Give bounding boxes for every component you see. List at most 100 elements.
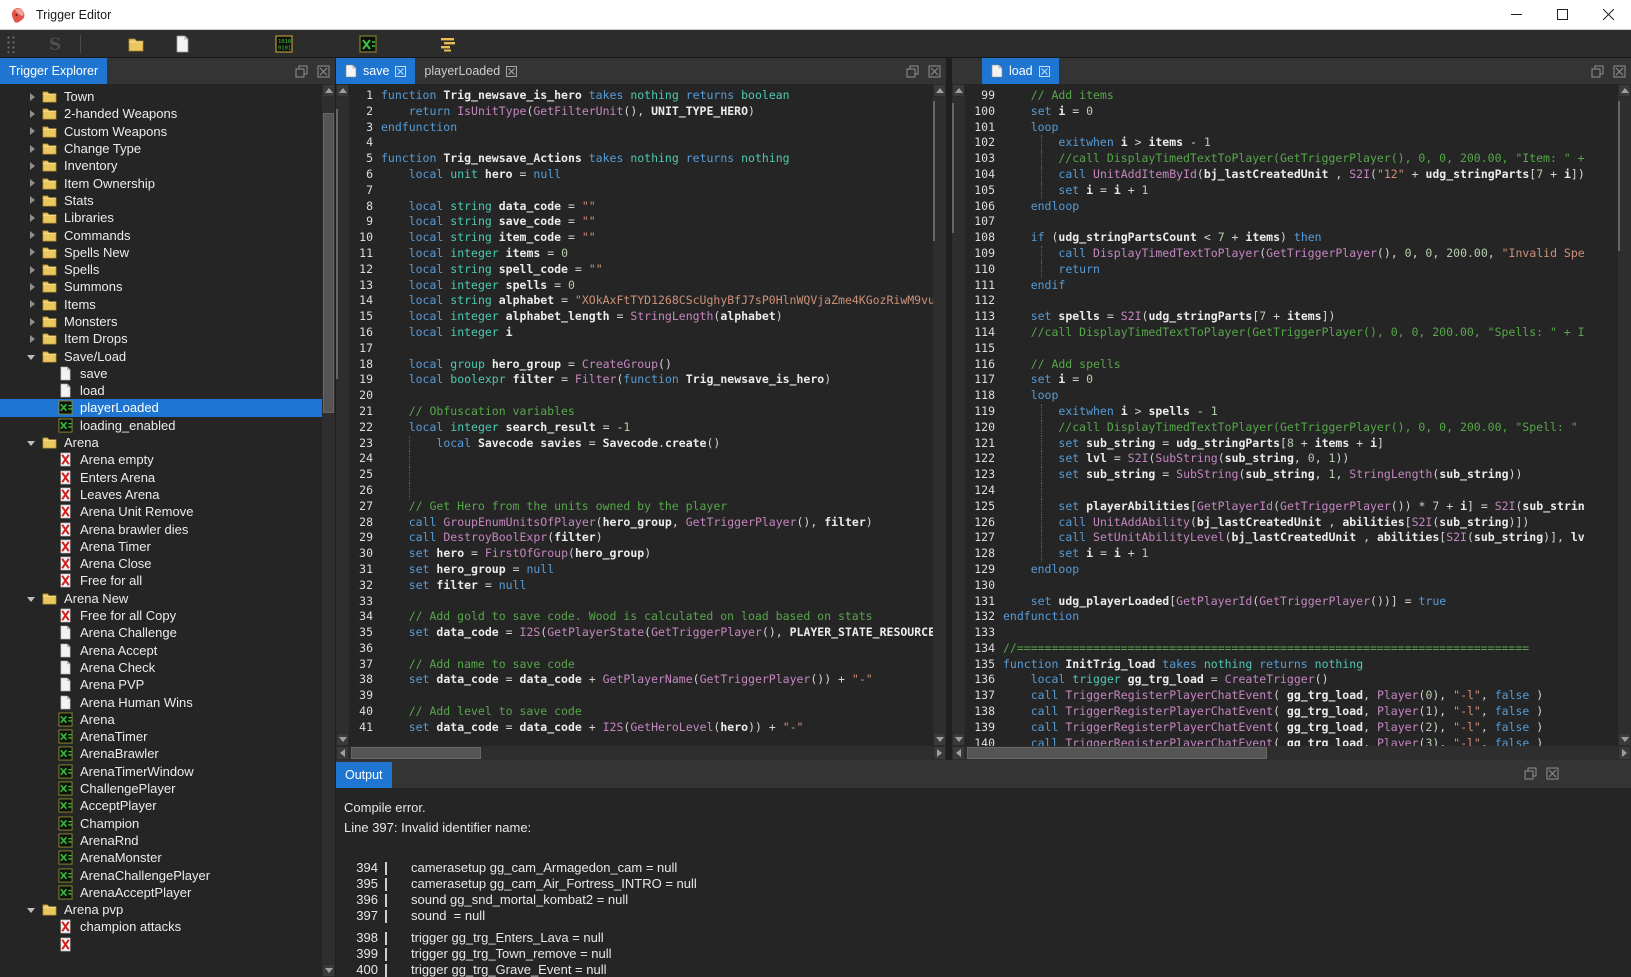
collapse-arrow-icon[interactable] — [27, 908, 35, 913]
code-line[interactable]: 18 local group hero_group = CreateGroup(… — [349, 357, 933, 373]
code-line[interactable]: 30 set hero = FirstOfGroup(hero_group) — [349, 546, 933, 562]
code-line[interactable]: 105 set i = i + 1 — [965, 183, 1618, 199]
tree-item-arena[interactable]: Arena — [0, 434, 322, 451]
scroll-left-icon[interactable] — [952, 746, 965, 760]
code-line[interactable]: 118 loop — [965, 388, 1618, 404]
new-folder-icon[interactable] — [125, 33, 147, 55]
scroll-down-icon[interactable] — [1618, 733, 1631, 746]
expand-arrow-icon[interactable] — [30, 162, 35, 170]
code-line[interactable]: 33 — [349, 594, 933, 610]
code-line[interactable]: 20 — [349, 388, 933, 404]
code-line[interactable]: 112 — [965, 293, 1618, 309]
explorer-vertical-scrollbar[interactable] — [322, 84, 335, 977]
code-line[interactable]: 130 — [965, 578, 1618, 594]
code-line[interactable]: 120 //call DisplayTimedTextToPlayer(GetT… — [965, 420, 1618, 436]
code-line[interactable]: 38 set data_code = data_code + GetPlayer… — [349, 672, 933, 688]
code-line[interactable]: 140 call TriggerRegisterPlayerChatEvent(… — [965, 736, 1618, 746]
code-editor-save[interactable]: 1function Trig_newsave_is_hero takes not… — [336, 84, 946, 746]
code-line[interactable]: 104 call UnitAddItemById(bj_lastCreatedU… — [965, 167, 1618, 183]
scroll-down-icon[interactable] — [952, 733, 965, 746]
tree-item-arenaacceptplayer[interactable]: ArenaAcceptPlayer — [0, 884, 322, 901]
tree-item-arena-close[interactable]: Arena Close — [0, 555, 322, 572]
tree-item-arenabrawler[interactable]: ArenaBrawler — [0, 745, 322, 762]
code-line[interactable]: 102 exitwhen i > items - 1 — [965, 135, 1618, 151]
code-line[interactable]: 24 — [349, 451, 933, 467]
close-tab-icon[interactable] — [506, 66, 517, 77]
tree-item-leaves-arena[interactable]: Leaves Arena — [0, 486, 322, 503]
code-line[interactable]: 111 endif — [965, 278, 1618, 294]
tree-item-arenachallengeplayer[interactable]: ArenaChallengePlayer — [0, 866, 322, 883]
code-line[interactable]: 108 if (udg_stringPartsCount < 7 + items… — [965, 230, 1618, 246]
tree-item-arena-challenge[interactable]: Arena Challenge — [0, 624, 322, 641]
code-line[interactable]: 133 — [965, 625, 1618, 641]
tree-item-arena-new[interactable]: Arena New — [0, 590, 322, 607]
close-panel-icon[interactable] — [928, 65, 941, 78]
code-line[interactable]: 132endfunction — [965, 609, 1618, 625]
code-line[interactable]: 1function Trig_newsave_is_hero takes not… — [349, 88, 933, 104]
code-line[interactable]: 3endfunction — [349, 120, 933, 136]
tree-item-enters-arena[interactable]: Enters Arena — [0, 469, 322, 486]
tree-item-monsters[interactable]: Monsters — [0, 313, 322, 330]
code-line[interactable]: 12 local string spell_code = "" — [349, 262, 933, 278]
tree-item-libraries[interactable]: Libraries — [0, 209, 322, 226]
code-line[interactable]: 34 // Add gold to save code. Wood is cal… — [349, 609, 933, 625]
expand-arrow-icon[interactable] — [30, 231, 35, 239]
tree-item-arena[interactable]: Arena — [0, 711, 322, 728]
code-line[interactable]: 29 call DestroyBoolExpr(filter) — [349, 530, 933, 546]
code-line[interactable]: 35 set data_code = I2S(GetPlayerState(Ge… — [349, 625, 933, 641]
code-line[interactable]: 25 — [349, 467, 933, 483]
tree-item-arena-unit-remove[interactable]: Arena Unit Remove — [0, 503, 322, 520]
close-tab-icon[interactable] — [395, 66, 406, 77]
comment-icon[interactable] — [437, 33, 459, 55]
new-trigger-icon[interactable] — [171, 33, 193, 55]
code-line[interactable]: 134//===================================… — [965, 641, 1618, 657]
code-line[interactable]: 22 local integer search_result = -1 — [349, 420, 933, 436]
expand-arrow-icon[interactable] — [30, 145, 35, 153]
code-line[interactable]: 135function InitTrig_load takes nothing … — [965, 657, 1618, 673]
code-line[interactable]: 6 local unit hero = null — [349, 167, 933, 183]
float-panel-icon[interactable] — [1524, 767, 1537, 780]
scroll-up-icon[interactable] — [933, 84, 946, 97]
tab-load[interactable]: load — [982, 58, 1059, 84]
code-line[interactable]: 36 — [349, 641, 933, 657]
code-line[interactable]: 123 set sub_string = SubString(sub_strin… — [965, 467, 1618, 483]
tree-item-arena-brawler-dies[interactable]: Arena brawler dies — [0, 520, 322, 537]
close-panel-icon[interactable] — [317, 65, 330, 78]
tree-item-commands[interactable]: Commands — [0, 226, 322, 243]
tab-trigger-explorer[interactable]: Trigger Explorer — [0, 58, 107, 84]
tree-item-load[interactable]: load — [0, 382, 322, 399]
expand-arrow-icon[interactable] — [30, 283, 35, 291]
code-line[interactable]: 40 // Add level to save code — [349, 704, 933, 720]
scroll-left-icon[interactable] — [336, 746, 349, 760]
code-line[interactable]: 114 //call DisplayTimedTextToPlayer(GetT… — [965, 325, 1618, 341]
scroll-up-icon[interactable] — [952, 84, 965, 97]
tree-item-spells-new[interactable]: Spells New — [0, 244, 322, 261]
editor-right-scrollbar[interactable] — [1618, 84, 1631, 746]
code-line[interactable]: 32 set filter = null — [349, 578, 933, 594]
code-line[interactable]: 129 endloop — [965, 562, 1618, 578]
tree-item-2-handed-weapons[interactable]: 2-handed Weapons — [0, 105, 322, 122]
tree-item-loading-enabled[interactable]: loading_enabled — [0, 417, 322, 434]
tree-item-items[interactable]: Items — [0, 296, 322, 313]
tree-item-spells[interactable]: Spells — [0, 261, 322, 278]
tree-item-arenatimer[interactable]: ArenaTimer — [0, 728, 322, 745]
collapse-arrow-icon[interactable] — [27, 441, 35, 446]
tab-output[interactable]: Output — [336, 762, 392, 788]
scroll-up-icon[interactable] — [322, 84, 335, 97]
expand-arrow-icon[interactable] — [30, 248, 35, 256]
tree-item-change-type[interactable]: Change Type — [0, 140, 322, 157]
tree-item-item-ownership[interactable]: Item Ownership — [0, 174, 322, 191]
maximize-button[interactable] — [1539, 0, 1585, 29]
tree-item-arena-pvp[interactable]: Arena PVP — [0, 676, 322, 693]
expand-arrow-icon[interactable] — [30, 214, 35, 222]
code-line[interactable]: 119 exitwhen i > spells - 1 — [965, 404, 1618, 420]
code-line[interactable]: 15 local integer alphabet_length = Strin… — [349, 309, 933, 325]
code-line[interactable]: 127 call SetUnitAbilityLevel(bj_lastCrea… — [965, 530, 1618, 546]
code-line[interactable]: 138 call TriggerRegisterPlayerChatEvent(… — [965, 704, 1618, 720]
tree-item-champion-attacks[interactable]: champion attacks — [0, 918, 322, 935]
tree-item-playerloaded[interactable]: playerLoaded — [0, 399, 322, 416]
expand-arrow-icon[interactable] — [30, 127, 35, 135]
float-panel-icon[interactable] — [295, 65, 308, 78]
expand-arrow-icon[interactable] — [30, 179, 35, 187]
code-line[interactable]: 7 — [349, 183, 933, 199]
